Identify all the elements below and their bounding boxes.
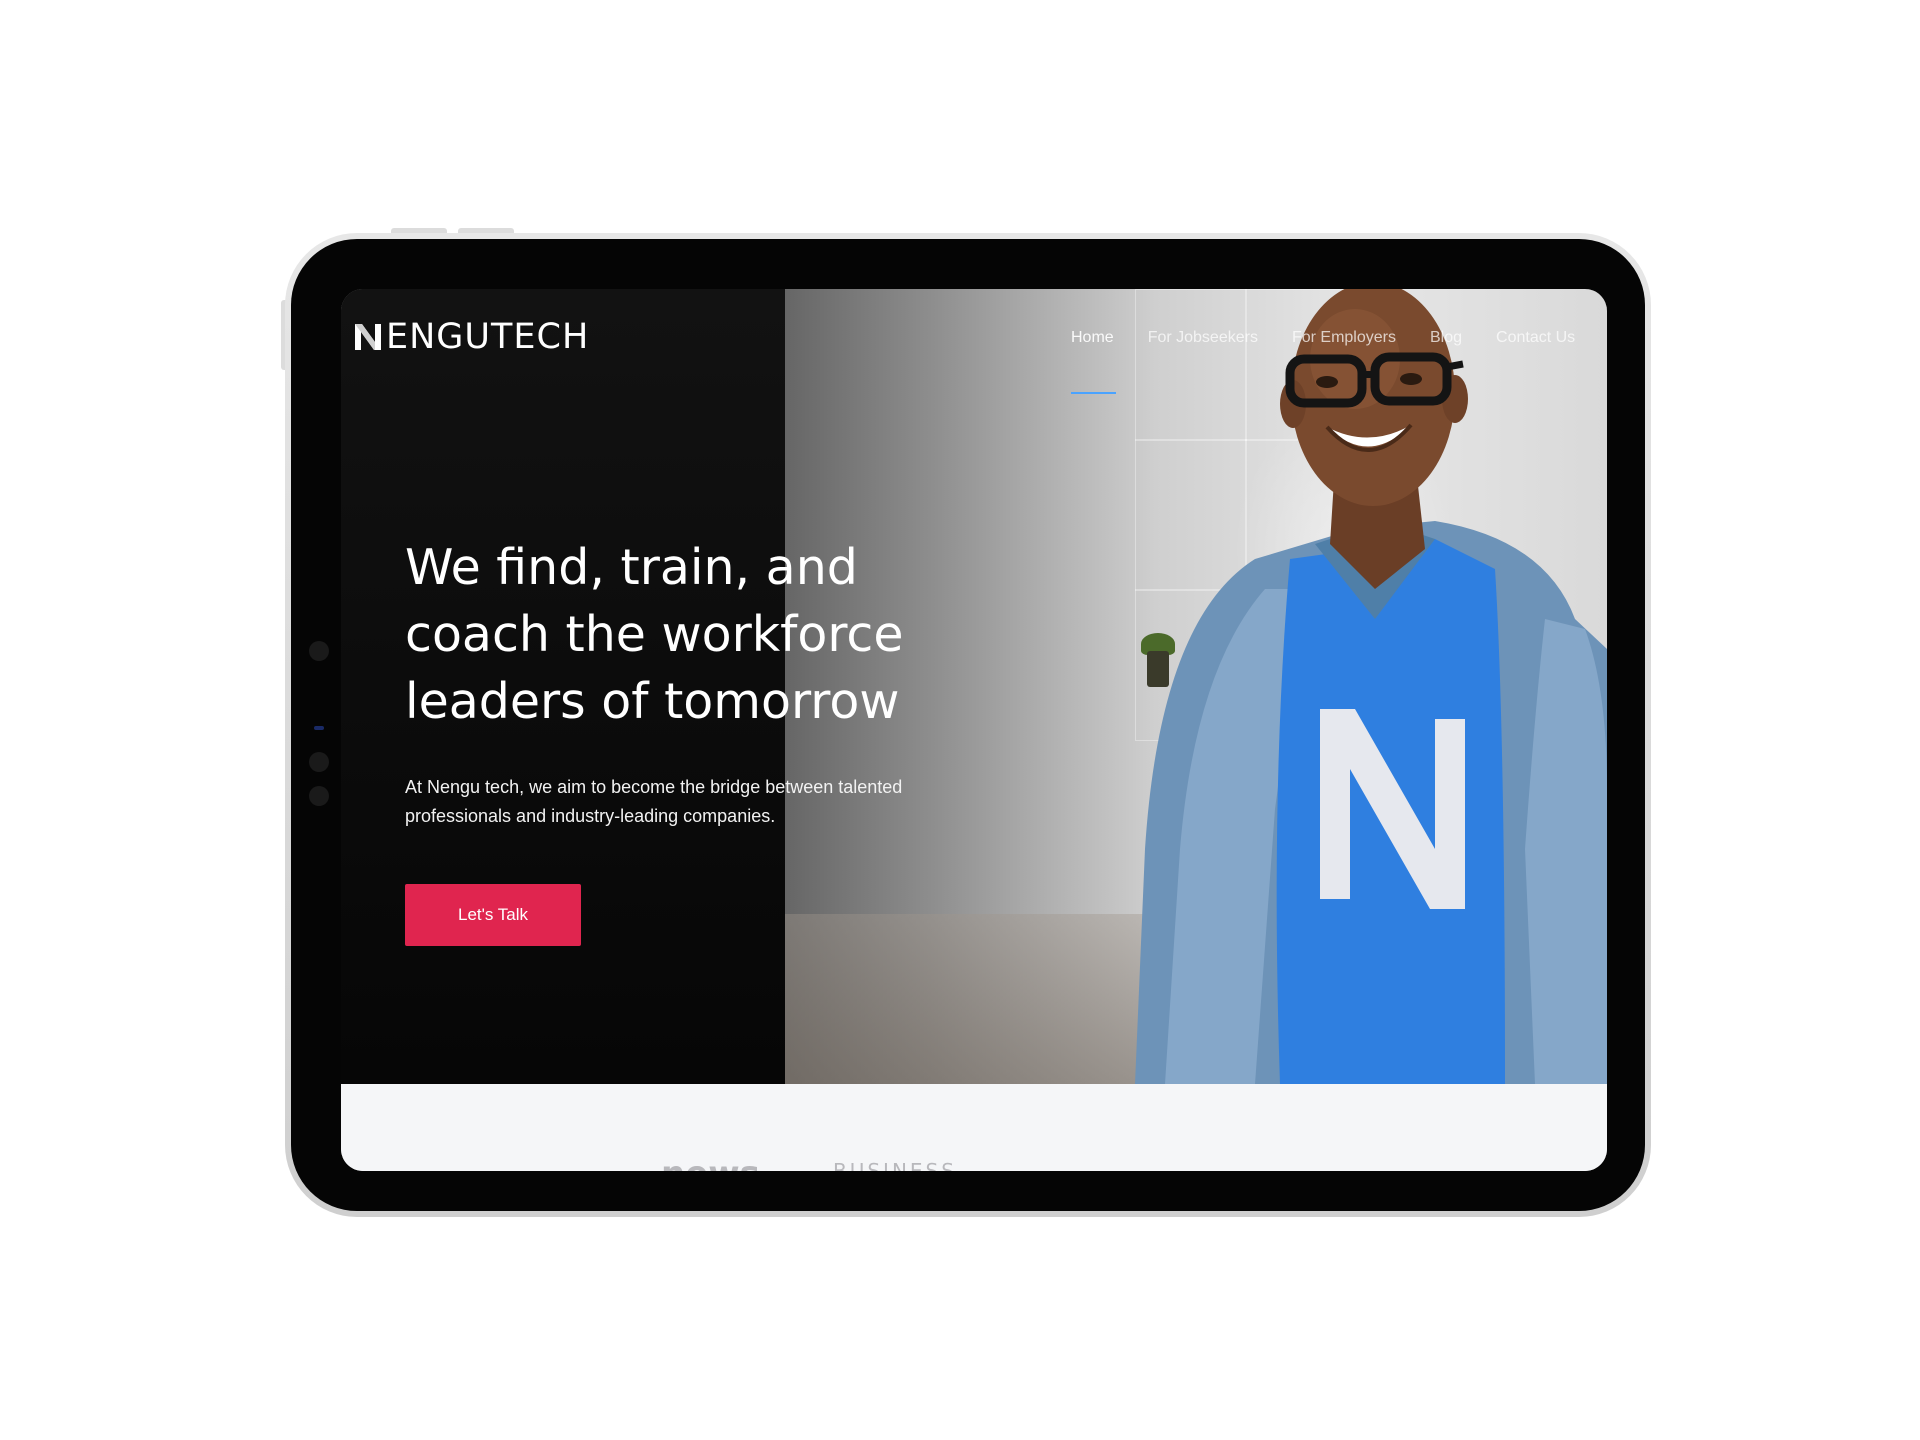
partner-logos-strip: news BUSINESS	[341, 1084, 1607, 1171]
lets-talk-button[interactable]: Let's Talk	[405, 884, 581, 946]
main-navigation: Home For Jobseekers For Employers Blog C…	[1071, 329, 1607, 347]
brand-logo[interactable]: ENGUTECH	[353, 317, 589, 357]
n-logo-icon	[355, 324, 381, 350]
hero-headline: We find, train, and coach the workforce …	[405, 539, 904, 730]
sensor-dot	[309, 752, 329, 772]
sensor-dot	[309, 786, 329, 806]
website-screen: ENGUTECH Home For Jobseekers For Employe…	[341, 289, 1607, 1171]
partner-logo-business: BUSINESS	[833, 1159, 957, 1171]
hero-subtext: At Nengu tech, we aim to become the brid…	[405, 777, 903, 826]
tablet-bezel: ENGUTECH Home For Jobseekers For Employe…	[291, 239, 1645, 1211]
nav-item-blog[interactable]: Blog	[1430, 329, 1462, 347]
nav-active-indicator	[1071, 392, 1116, 394]
nav-item-for-jobseekers[interactable]: For Jobseekers	[1148, 329, 1258, 347]
tablet-frame: ENGUTECH Home For Jobseekers For Employe…	[285, 233, 1651, 1217]
camera-icon	[314, 726, 324, 730]
nav-item-contact-us[interactable]: Contact Us	[1496, 329, 1575, 347]
device-mockup: ENGUTECH Home For Jobseekers For Employe…	[0, 0, 1920, 1440]
sensor-dot	[309, 641, 329, 661]
partner-logo-news: news	[661, 1154, 760, 1171]
brand-name: ENGUTECH	[386, 317, 590, 357]
hero-section: ENGUTECH Home For Jobseekers For Employe…	[341, 289, 1607, 1084]
nav-item-for-employers[interactable]: For Employers	[1292, 329, 1396, 347]
smiling-man-photo	[1135, 289, 1607, 1084]
nav-item-home[interactable]: Home	[1071, 329, 1114, 347]
